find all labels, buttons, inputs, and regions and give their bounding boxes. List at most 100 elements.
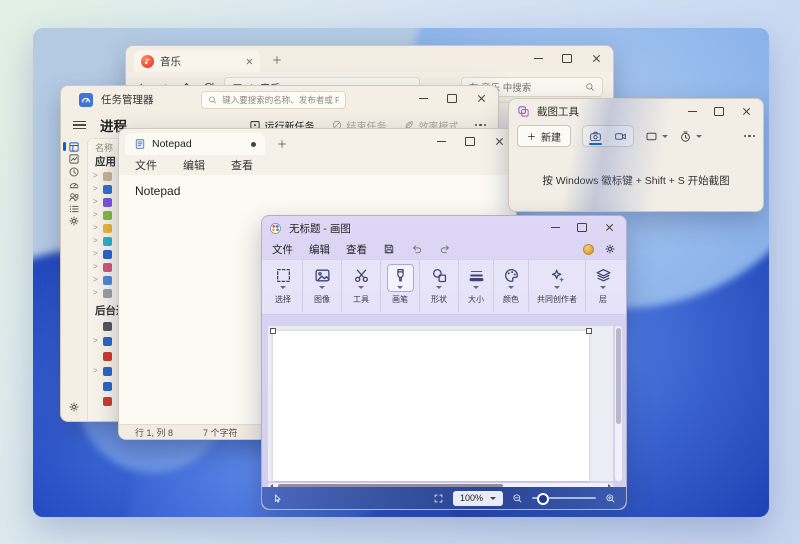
process-icon <box>103 382 112 391</box>
sidebar-services-icon[interactable] <box>68 214 80 226</box>
snipping-tool-window[interactable]: 截图工具 新建 <box>508 98 764 212</box>
badge-icon[interactable] <box>583 244 594 255</box>
cocreator-icon <box>549 267 566 284</box>
menu-view[interactable]: 查看 <box>346 242 367 257</box>
menu-edit[interactable]: 编辑 <box>309 242 330 257</box>
resize-handle[interactable] <box>270 328 276 334</box>
maximize-button[interactable] <box>463 134 477 148</box>
menu-view[interactable]: 查看 <box>231 157 253 173</box>
explorer-tab-music[interactable]: 音乐 <box>134 50 260 72</box>
minimize-button[interactable] <box>434 134 448 148</box>
notepad-icon <box>134 138 146 150</box>
paint-tool-colors[interactable]: 颜色 <box>494 260 529 312</box>
image-icon <box>314 267 331 284</box>
chevron-down-icon <box>662 135 668 138</box>
chevron-down-icon <box>436 286 442 289</box>
paint-toolbar: 选择 图像 工具画笔 形状大小颜色共同创作者层 <box>262 259 626 315</box>
minimize-button[interactable] <box>531 51 545 65</box>
process-icon <box>103 276 112 285</box>
menu-file[interactable]: 文件 <box>272 242 293 257</box>
search-placeholder: 键入要搜索的名称、发布者或 PID <box>222 94 339 106</box>
menu-icon[interactable] <box>73 119 86 132</box>
zoom-level-dropdown[interactable]: 100% <box>453 491 503 506</box>
desktop-wallpaper[interactable]: 音乐 音乐 在 音乐 中搜索 <box>33 28 769 517</box>
search-icon <box>585 82 595 92</box>
maximize-button[interactable] <box>560 51 574 65</box>
section-apps: 应用 <box>95 154 116 169</box>
zoom-slider[interactable] <box>532 497 596 499</box>
slider-thumb[interactable] <box>537 493 549 505</box>
paint-tool-label: 图像 <box>314 294 330 305</box>
select-icon <box>275 267 292 284</box>
column-header-name[interactable]: 名称 <box>95 141 113 154</box>
sidebar-processes-icon[interactable] <box>68 140 80 152</box>
close-button[interactable] <box>602 220 616 234</box>
delay-dropdown[interactable] <box>679 130 702 143</box>
minimize-button[interactable] <box>416 91 430 105</box>
new-tab-button[interactable] <box>272 55 282 65</box>
process-icon <box>103 185 112 194</box>
maximize-button[interactable] <box>445 91 459 105</box>
paint-tool-tools[interactable]: 工具 <box>342 260 381 312</box>
notepad-tab[interactable]: Notepad <box>125 133 265 155</box>
task-manager-icon <box>79 93 93 107</box>
close-button[interactable] <box>589 51 603 65</box>
snip-mode-button[interactable] <box>583 126 608 146</box>
process-search-input[interactable]: 键入要搜索的名称、发布者或 PID <box>201 91 346 109</box>
sidebar-startup-apps-icon[interactable] <box>68 177 80 189</box>
tab-close-icon[interactable] <box>246 58 253 65</box>
new-snip-button[interactable]: 新建 <box>517 125 571 147</box>
fit-to-window-icon[interactable] <box>433 493 444 504</box>
paint-tool-label: 层 <box>599 294 607 305</box>
process-icon <box>103 397 112 406</box>
save-icon[interactable] <box>383 243 395 255</box>
snipping-tool-titlebar[interactable]: 截图工具 <box>517 104 579 119</box>
sidebar-app-history-icon[interactable] <box>68 165 80 177</box>
paint-tool-shapes[interactable]: 形状 <box>420 260 459 312</box>
redo-icon[interactable] <box>439 243 451 255</box>
sidebar-users-icon[interactable] <box>68 190 80 202</box>
more-icon[interactable] <box>475 124 487 127</box>
paint-tool-label: 选择 <box>275 294 291 305</box>
sidebar-settings-icon[interactable] <box>68 400 80 412</box>
chevron-down-icon <box>600 286 606 289</box>
menu-file[interactable]: 文件 <box>135 157 157 173</box>
paint-tool-label: 画笔 <box>392 294 408 305</box>
maximize-button[interactable] <box>712 104 726 118</box>
snip-hint-text: 按 Windows 徽标键 + Shift + S 开始截图 <box>509 173 763 188</box>
paint-titlebar[interactable]: 无标题 - 画图 <box>269 221 351 236</box>
chevron-down-icon <box>319 286 325 289</box>
resize-handle[interactable] <box>586 328 592 334</box>
gear-icon[interactable] <box>604 243 616 255</box>
paint-tool-layers[interactable]: 层 <box>586 260 620 312</box>
close-button[interactable] <box>492 134 506 148</box>
maximize-button[interactable] <box>575 220 589 234</box>
sidebar-details-icon[interactable] <box>68 202 80 214</box>
undo-icon[interactable] <box>411 243 423 255</box>
zoom-out-icon[interactable] <box>512 493 523 504</box>
close-button[interactable] <box>739 104 753 118</box>
paint-tool-cocreator[interactable]: 共同创作者 <box>529 260 586 312</box>
paint-tool-image[interactable]: 图像 <box>303 260 342 312</box>
chevron-down-icon <box>490 497 496 500</box>
paint-tool-size[interactable]: 大小 <box>459 260 494 312</box>
paint-window[interactable]: 无标题 - 画图 文件 编辑 查看 选择 图像 工具画笔 形状大小颜色共同创作者层 <box>261 215 627 510</box>
chevron-down-icon <box>473 286 479 289</box>
minimize-button[interactable] <box>548 220 562 234</box>
snip-shape-dropdown[interactable] <box>645 130 668 143</box>
record-mode-button[interactable] <box>608 126 633 146</box>
new-tab-button[interactable] <box>277 139 287 149</box>
task-manager-titlebar[interactable]: 任务管理器 <box>79 92 154 107</box>
zoom-in-icon[interactable] <box>605 493 616 504</box>
close-button[interactable] <box>474 91 488 105</box>
brush-icon <box>392 267 409 284</box>
more-icon[interactable] <box>744 135 756 138</box>
sidebar-performance-icon[interactable] <box>68 152 80 164</box>
paint-tool-select[interactable]: 选择 <box>264 260 303 312</box>
paint-canvas[interactable] <box>273 331 589 481</box>
paint-tool-brush[interactable]: 画笔 <box>381 260 420 312</box>
vertical-scrollbar[interactable] <box>615 326 622 481</box>
explorer-tab-label: 音乐 <box>160 54 181 69</box>
minimize-button[interactable] <box>685 104 699 118</box>
menu-edit[interactable]: 编辑 <box>183 157 205 173</box>
